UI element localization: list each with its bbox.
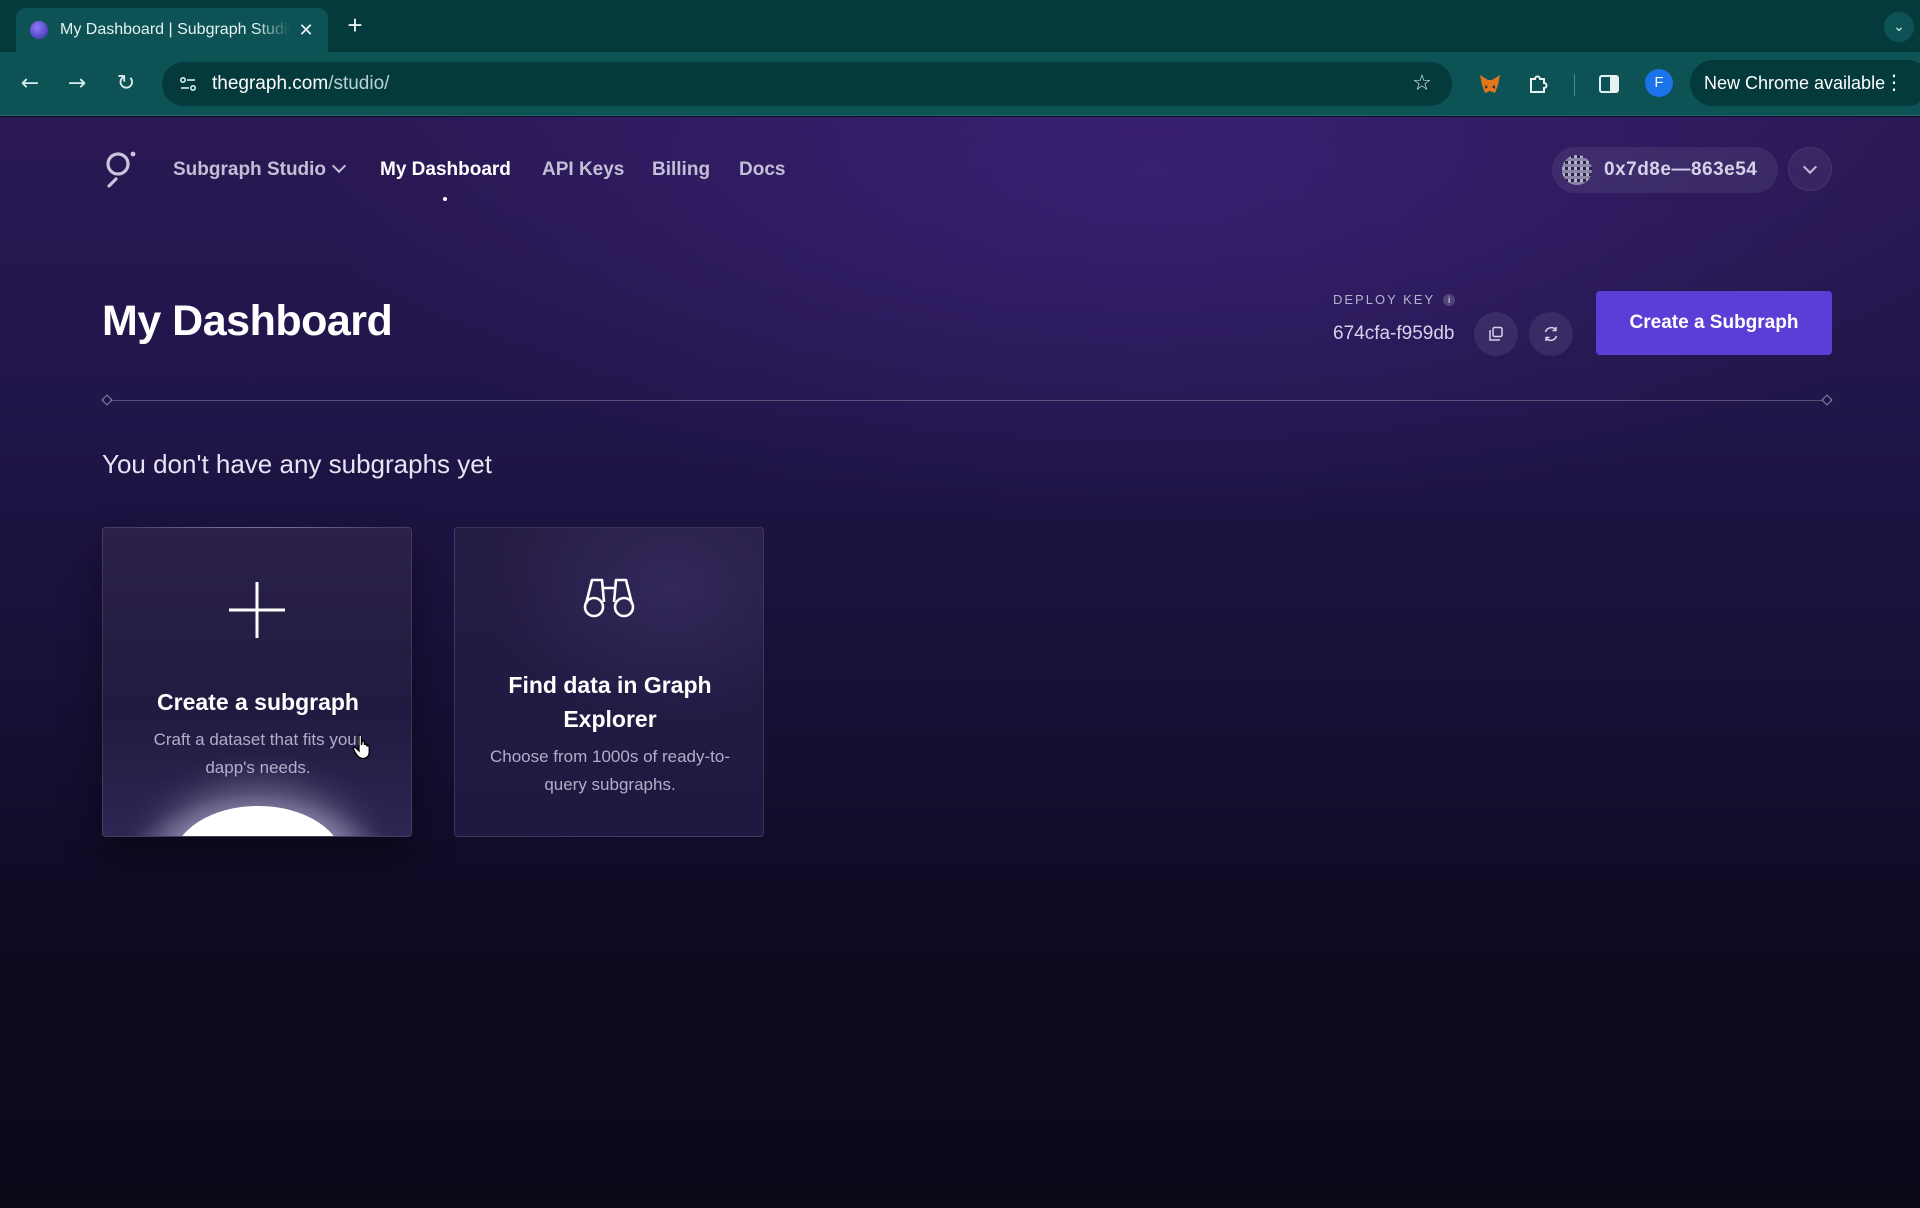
- back-arrow-icon[interactable]: ←: [16, 70, 44, 98]
- profile-avatar[interactable]: F: [1645, 69, 1673, 97]
- extensions-puzzle-icon[interactable]: [1524, 70, 1552, 98]
- the-graph-logo-icon[interactable]: [104, 149, 138, 189]
- tab-close-icon[interactable]: ✕: [296, 20, 316, 40]
- toolbar-divider: [1574, 74, 1575, 96]
- regenerate-key-button[interactable]: [1529, 312, 1573, 356]
- info-icon[interactable]: i: [1443, 293, 1456, 306]
- address-bar[interactable]: thegraph.com/studio/ ☆: [162, 62, 1452, 106]
- active-nav-indicator: [443, 197, 447, 201]
- studio-page: Subgraph Studio My Dashboard API Keys Bi…: [0, 117, 1920, 1208]
- copy-icon: [1489, 326, 1503, 341]
- more-menu-icon[interactable]: ⋮: [1884, 70, 1904, 94]
- deploy-key-value: 674cfa-f959db: [1333, 323, 1455, 344]
- section-divider: [106, 400, 1828, 401]
- card-description: Craft a dataset that fits your dapp's ne…: [153, 730, 363, 777]
- chevron-down-icon: [331, 158, 347, 174]
- binoculars-icon: [455, 574, 763, 620]
- card-title: Find data in Graph Explorer: [508, 672, 712, 732]
- site-settings-icon[interactable]: [178, 74, 198, 94]
- url-text: thegraph.com/studio/: [212, 73, 389, 95]
- new-tab-button[interactable]: +: [342, 12, 368, 38]
- nav-subgraph-studio-label: Subgraph Studio: [173, 159, 327, 180]
- nav-subgraph-studio[interactable]: Subgraph Studio: [173, 158, 347, 181]
- chrome-update-button[interactable]: New Chrome available ⋮: [1690, 60, 1920, 106]
- wallet-address: 0x7d8e—863e54: [1604, 159, 1758, 180]
- chevron-down-icon: [1802, 159, 1818, 175]
- top-navigation: Subgraph Studio My Dashboard API Keys Bi…: [0, 117, 1920, 217]
- empty-state-message: You don't have any subgraphs yet: [102, 449, 492, 479]
- refresh-icon: [1544, 326, 1558, 342]
- metamask-extension-icon[interactable]: [1476, 70, 1504, 98]
- wallet-button[interactable]: 0x7d8e—863e54: [1552, 147, 1778, 193]
- account-menu-button[interactable]: [1788, 147, 1832, 191]
- nav-billing[interactable]: Billing: [652, 159, 710, 181]
- tab-title: My Dashboard | Subgraph Studio: [60, 21, 290, 38]
- plus-icon: [103, 580, 411, 640]
- divider-end-diamond: [1821, 394, 1833, 406]
- nav-my-dashboard[interactable]: My Dashboard: [380, 159, 511, 181]
- url-path: /studio/: [328, 73, 390, 94]
- forward-arrow-icon[interactable]: →: [63, 70, 91, 98]
- card-title: Create a subgraph: [157, 689, 359, 715]
- browser-tab-strip: My Dashboard | Subgraph Studio ✕ + ⌄: [0, 0, 1920, 52]
- graph-explorer-card[interactable]: Find data in Graph Explorer Choose from …: [454, 527, 764, 837]
- browser-toolbar: ← → ↻ thegraph.com/studio/ ☆ F New Chrom…: [0, 52, 1920, 116]
- nav-api-keys[interactable]: API Keys: [542, 159, 624, 181]
- page-title: My Dashboard: [102, 297, 393, 345]
- create-subgraph-card[interactable]: Create a subgraph Craft a dataset that f…: [102, 527, 412, 837]
- copy-key-button[interactable]: [1474, 312, 1518, 356]
- tab-favicon-icon: [30, 21, 48, 39]
- browser-tab[interactable]: My Dashboard | Subgraph Studio ✕: [16, 8, 328, 52]
- deploy-key-label-text: DEPLOY KEY: [1333, 292, 1436, 307]
- side-panel-icon[interactable]: [1595, 70, 1623, 98]
- url-host: thegraph.com: [212, 73, 329, 94]
- nav-docs[interactable]: Docs: [739, 159, 785, 181]
- divider-end-diamond: [101, 394, 113, 406]
- card-description: Choose from 1000s of ready-to-query subg…: [489, 747, 730, 794]
- bookmark-star-icon[interactable]: ☆: [1410, 72, 1434, 96]
- deploy-key-label: DEPLOY KEY i: [1333, 292, 1456, 307]
- tab-search-chevron-icon[interactable]: ⌄: [1884, 12, 1914, 42]
- wallet-avatar: [1562, 155, 1592, 185]
- planet-glow-decoration: [173, 806, 343, 836]
- reload-icon[interactable]: ↻: [112, 70, 140, 98]
- update-label: New Chrome available: [1704, 72, 1886, 93]
- create-subgraph-button[interactable]: Create a Subgraph: [1596, 291, 1832, 355]
- hand-cursor-icon: [352, 734, 370, 760]
